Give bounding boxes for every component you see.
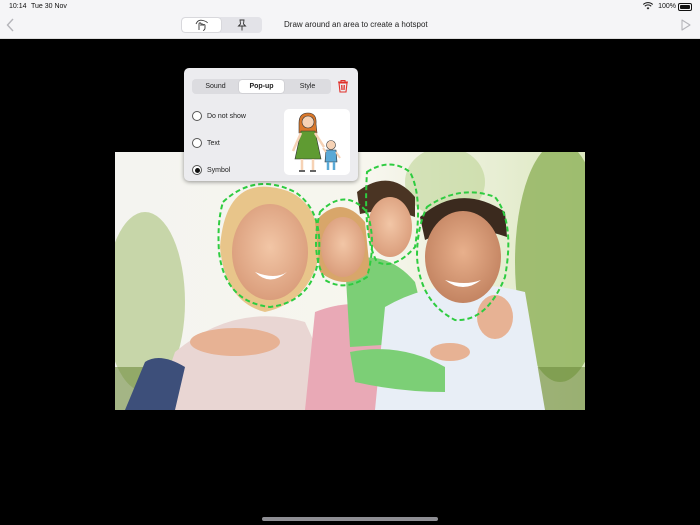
radio-text[interactable]: [192, 138, 202, 148]
draw-mode-button[interactable]: [182, 18, 221, 32]
home-indicator[interactable]: [262, 517, 438, 521]
hotspot-popover: Sound Pop-up Style Do not show Text Symb…: [184, 68, 358, 181]
tab-sound[interactable]: Sound: [193, 80, 238, 93]
radio-do-not-show[interactable]: [192, 111, 202, 121]
mode-segmented-control: [181, 17, 262, 33]
battery-percent: 100%: [658, 3, 676, 10]
draw-hand-icon: [195, 19, 208, 31]
toolbar-hint: Draw around an area to create a hotspot: [284, 20, 428, 29]
symbol-preview[interactable]: [284, 109, 350, 175]
tab-style[interactable]: Style: [285, 80, 330, 93]
option-text[interactable]: Text: [192, 136, 220, 150]
status-time: 10:14: [9, 3, 27, 10]
toolbar: Draw around an area to create a hotspot: [0, 13, 700, 39]
pin-mode-button[interactable]: [222, 18, 261, 32]
radio-symbol[interactable]: [192, 165, 202, 175]
pin-icon: [236, 19, 247, 31]
status-bar: 10:14 Tue 30 Nov 100%: [0, 0, 700, 13]
option-label: Symbol: [207, 166, 231, 174]
parent-child-symbol: [291, 112, 341, 172]
hotspot-photo[interactable]: [115, 152, 585, 410]
battery-icon: [678, 3, 692, 11]
option-do-not-show[interactable]: Do not show: [192, 109, 246, 123]
option-symbol[interactable]: Symbol: [192, 163, 230, 177]
family-photo: [115, 152, 585, 410]
back-button[interactable]: [6, 18, 20, 32]
tab-pop-up[interactable]: Pop-up: [239, 80, 284, 93]
chevron-left-icon: [6, 18, 14, 32]
option-label: Text: [207, 139, 220, 147]
delete-button[interactable]: [337, 79, 349, 98]
status-date: Tue 30 Nov: [31, 3, 67, 10]
popover-tabs: Sound Pop-up Style: [192, 79, 331, 94]
wifi-icon: [642, 2, 654, 12]
trash-icon: [338, 79, 348, 93]
option-label: Do not show: [207, 112, 246, 120]
play-button[interactable]: [681, 18, 691, 36]
play-icon: [681, 19, 691, 31]
